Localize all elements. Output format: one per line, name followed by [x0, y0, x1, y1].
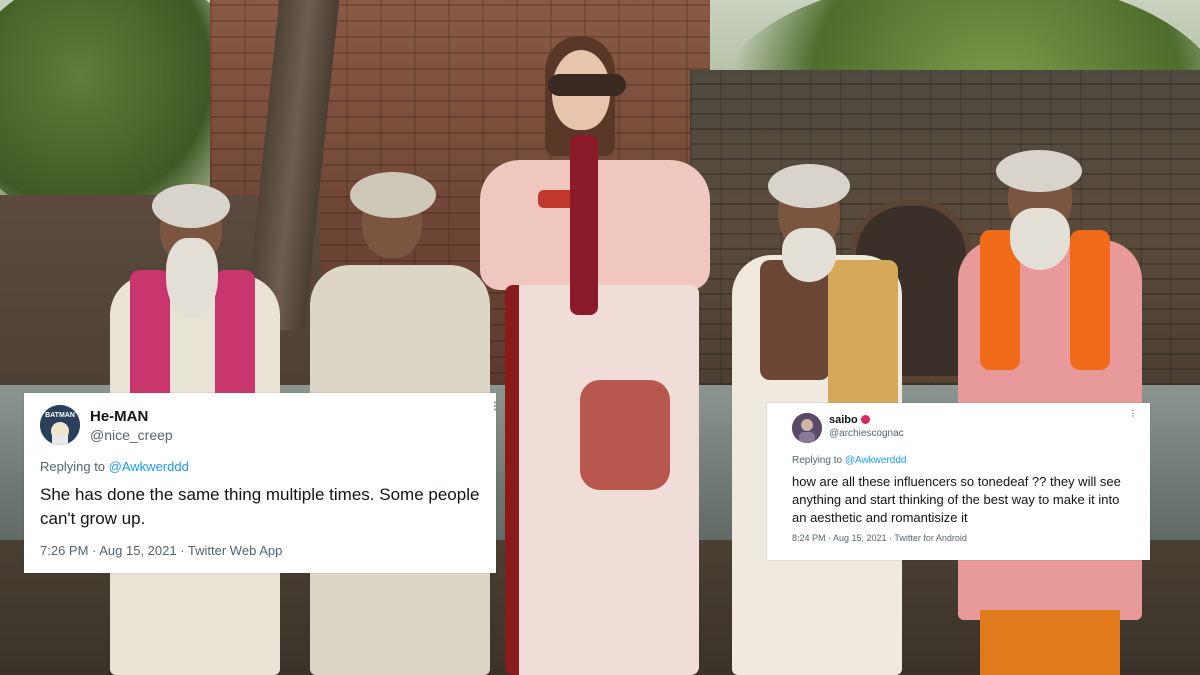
- more-dots-icon[interactable]: ⋮: [490, 401, 501, 412]
- tweet-author-handle[interactable]: @nice_creep: [90, 427, 173, 443]
- tomato-emoji-icon: [860, 415, 870, 424]
- replying-to-label: Replying to: [40, 459, 109, 474]
- replying-to-mention-link[interactable]: @Awkwerddd: [109, 459, 189, 474]
- tweet-card-saibo[interactable]: saibo @archiescognac ⋮ Replying to @Awkw…: [767, 403, 1150, 560]
- background-photo: [0, 0, 1200, 675]
- replying-to-line: Replying to @Awkwerddd: [792, 455, 906, 466]
- tweet-timestamp-source[interactable]: 7:26 PM · Aug 15, 2021 · Twitter Web App: [40, 543, 282, 558]
- tweet-text: She has done the same thing multiple tim…: [40, 485, 480, 528]
- tweet-author-handle[interactable]: @archiescognac: [829, 428, 904, 439]
- tweet-author-name[interactable]: saibo: [829, 414, 858, 426]
- tweet-timestamp-source[interactable]: 8:24 PM · Aug 15, 2021 · Twitter for And…: [792, 533, 967, 543]
- tweet-author-name[interactable]: He-MAN: [90, 408, 148, 425]
- profile-avatar-icon[interactable]: [792, 413, 822, 443]
- tweet-author-name-line[interactable]: saibo: [829, 414, 870, 426]
- batman-avatar-icon[interactable]: BATMAN: [40, 405, 80, 445]
- tweet-card-he-man[interactable]: BATMAN He-MAN @nice_creep ⋮ Replying to …: [24, 393, 500, 573]
- replying-to-mention-link[interactable]: @Awkwerddd: [845, 455, 907, 466]
- tweet-text: how are all these influencers so tonedea…: [792, 474, 1121, 525]
- more-dots-icon[interactable]: ⋮: [1129, 409, 1138, 418]
- svg-text:BATMAN: BATMAN: [45, 412, 75, 419]
- replying-to-label: Replying to: [792, 455, 845, 466]
- replying-to-line: Replying to @Awkwerddd: [40, 459, 189, 474]
